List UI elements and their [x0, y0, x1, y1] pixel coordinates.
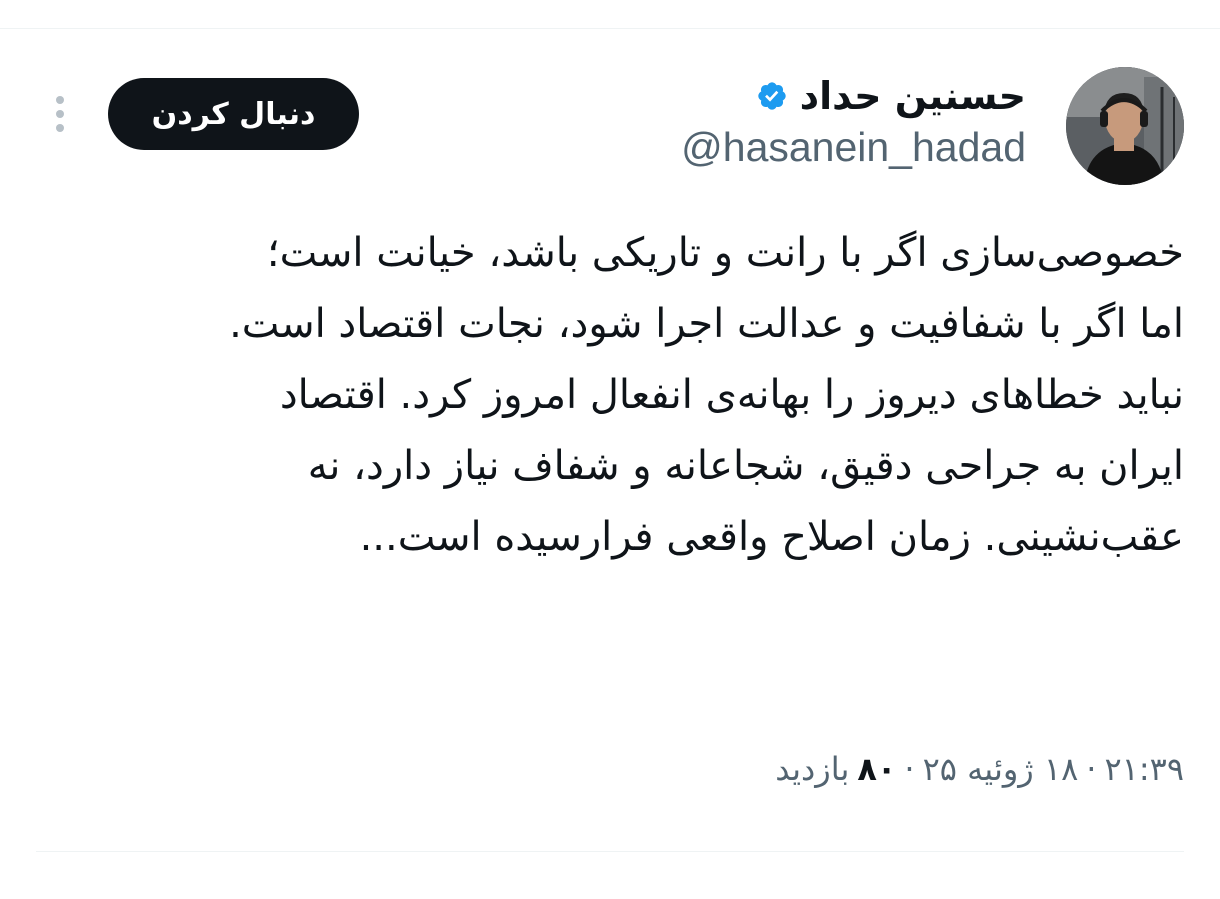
follow-button[interactable]: دنبال کردن	[108, 78, 359, 150]
tweet-line: عقب‌نشینی. زمان اصلاح واقعی فرارسیده است…	[359, 514, 1184, 560]
top-divider	[0, 28, 1220, 29]
views-label: بازدید	[775, 750, 850, 788]
verified-badge-icon	[757, 82, 786, 110]
more-vertical-icon[interactable]	[46, 92, 74, 136]
author-handle[interactable]: @hasanein_hadad	[681, 124, 1026, 171]
tweet-time[interactable]: ۲۱:۳۹	[1104, 750, 1184, 788]
author-display-name[interactable]: حسنین حداد	[756, 74, 1026, 118]
tweet-line: ایران به جراحی دقیق، شجاعانه و شفاف نیاز…	[307, 443, 1184, 489]
avatar-image	[1066, 67, 1184, 185]
meta-separator: ·	[1086, 750, 1097, 788]
views-count[interactable]: ۸۰	[857, 750, 896, 788]
display-name-text: حسنین حداد	[799, 74, 1026, 118]
bottom-divider	[36, 851, 1184, 852]
tweet-date[interactable]: ۱۸ ژوئیه ۲۵	[923, 750, 1079, 788]
tweet-text: خصوصی‌سازی اگر با رانت و تاریکی باشد، خی…	[36, 218, 1184, 573]
meta-separator: ·	[904, 750, 915, 788]
avatar[interactable]	[1066, 67, 1184, 185]
tweet-line: نباید خطاهای دیروز را بهانه‌ی انفعال امر…	[279, 372, 1184, 418]
tweet-meta: ۲۱:۳۹ · ۱۸ ژوئیه ۲۵ · ۸۰ بازدید	[775, 750, 1184, 788]
tweet-line: اما اگر با شفافیت و عدالت اجرا شود، نجات…	[229, 301, 1184, 347]
tweet-line: خصوصی‌سازی اگر با رانت و تاریکی باشد، خی…	[266, 230, 1184, 276]
